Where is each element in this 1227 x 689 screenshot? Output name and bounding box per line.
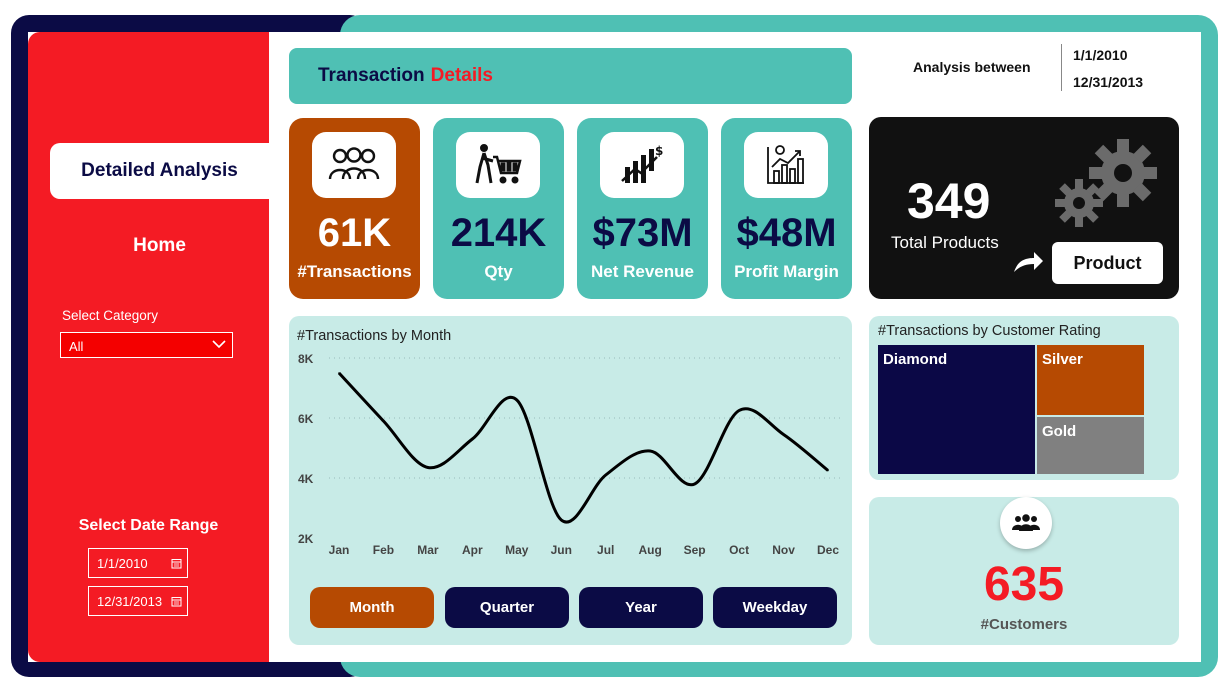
customers-icon <box>1000 497 1052 549</box>
shopping-cart-icon <box>456 132 540 198</box>
kpi-net-revenue-value: $73M <box>592 211 693 255</box>
data-point <box>560 519 563 521</box>
x-tick-label: Oct <box>729 543 749 557</box>
rating-title: #Transactions by Customer Rating <box>878 323 1101 339</box>
revenue-chart-icon: $ <box>600 132 684 198</box>
kpi-qty: 214K Qty <box>433 118 564 299</box>
data-point <box>738 409 740 412</box>
y-tick-label: 6K <box>298 412 314 426</box>
category-value: All <box>69 339 84 354</box>
calendar-icon <box>171 597 182 607</box>
analysis-start-date: 1/1/2010 <box>1073 47 1128 63</box>
kpi-transactions: 61K #Transactions <box>289 118 420 299</box>
arrow-icon <box>1014 252 1043 272</box>
date-start-value: 1/1/2010 <box>97 556 148 571</box>
tile-gold[interactable]: Gold <box>1037 417 1144 474</box>
weekday-button[interactable]: Weekday <box>713 587 837 628</box>
date-range-label: Select Date Range <box>78 517 219 534</box>
category-label: Select Category <box>62 308 159 323</box>
page-title: Transaction Details <box>289 48 852 104</box>
chevron-down-icon <box>212 340 226 349</box>
transactions-by-month-card: #Transactions by Month 8K 6K 4K 2K Jan Feb Mar… <box>289 316 852 645</box>
title-main: Transaction <box>318 65 425 86</box>
data-point <box>693 483 696 485</box>
products-value: 349 <box>907 173 991 229</box>
quarter-button[interactable]: Quarter <box>445 587 569 628</box>
data-point <box>471 438 474 440</box>
tile-silver[interactable]: Silver <box>1037 345 1144 415</box>
analysis-divider <box>1061 44 1062 91</box>
tile-diamond[interactable]: Diamond <box>878 345 1035 474</box>
x-tick-label: Feb <box>373 543 394 557</box>
customers-card: 635 #Customers <box>869 497 1179 645</box>
kpi-net-revenue: $ $73M Net Revenue <box>577 118 708 299</box>
kpi-transactions-value: 61K <box>317 211 392 255</box>
calendar-icon <box>171 559 182 569</box>
customers-value: 635 <box>983 558 1065 611</box>
x-tick-label: Mar <box>417 543 439 557</box>
data-point <box>382 420 385 422</box>
profit-chart-icon <box>744 132 828 198</box>
data-point <box>338 372 340 374</box>
x-tick-label: Jun <box>551 543 572 557</box>
y-tick-label: 2K <box>298 532 314 546</box>
date-end-value: 12/31/2013 <box>97 594 163 609</box>
x-tick-label: May <box>505 543 529 557</box>
customer-rating-card: #Transactions by Customer Rating Diamond… <box>869 316 1179 480</box>
category-select[interactable]: All <box>60 332 233 358</box>
analysis-label: Analysis between <box>913 59 1031 75</box>
x-tick-label: Jan <box>329 543 350 557</box>
y-tick-label: 8K <box>298 352 314 366</box>
x-tick-label: Sep <box>684 543 706 557</box>
transactions-line-chart: 8K 6K 4K 2K Jan Feb Mar Apr May Jun Jul Aug Sep Oct No… <box>298 352 842 557</box>
x-tick-label: Aug <box>639 543 662 557</box>
x-tick-label: Apr <box>462 543 483 557</box>
date-end-input[interactable]: 12/31/2013 <box>88 586 188 616</box>
nav-detailed-analysis[interactable]: Detailed Analysis <box>50 143 269 199</box>
kpi-transactions-label: #Transactions <box>297 262 412 281</box>
data-point <box>604 474 607 476</box>
products-label: Total Products <box>891 233 999 252</box>
y-tick-label: 4K <box>298 472 314 486</box>
data-point <box>516 399 518 401</box>
kpi-profit-margin-value: $48M <box>736 211 837 255</box>
date-start-input[interactable]: 1/1/2010 <box>88 548 188 578</box>
data-point <box>827 469 829 472</box>
kpi-profit-margin-label: Profit Margin <box>734 262 839 281</box>
data-point <box>649 450 651 452</box>
kpi-qty-value: 214K <box>450 211 547 255</box>
svg-text:$: $ <box>655 144 663 158</box>
products-card: 349 Total Products Product <box>869 117 1179 299</box>
month-button[interactable]: Month <box>310 587 434 628</box>
title-accent: Details <box>430 65 493 86</box>
analysis-end-date: 12/31/2013 <box>1073 74 1144 90</box>
year-button[interactable]: Year <box>579 587 703 628</box>
gears-icon <box>1055 139 1157 227</box>
customers-label: #Customers <box>980 616 1068 633</box>
x-tick-label: Nov <box>772 543 795 557</box>
kpi-profit-margin: $48M Profit Margin <box>721 118 852 299</box>
x-tick-label: Jul <box>597 543 614 557</box>
data-point <box>782 433 785 436</box>
data-point <box>427 466 429 469</box>
series-line <box>337 371 829 524</box>
users-icon <box>312 132 396 198</box>
kpi-qty-label: Qty <box>484 262 513 281</box>
nav-home[interactable]: Home <box>50 230 269 262</box>
x-tick-label: Dec <box>817 543 839 557</box>
kpi-net-revenue-label: Net Revenue <box>591 262 694 281</box>
product-button[interactable]: Product <box>1052 242 1163 284</box>
